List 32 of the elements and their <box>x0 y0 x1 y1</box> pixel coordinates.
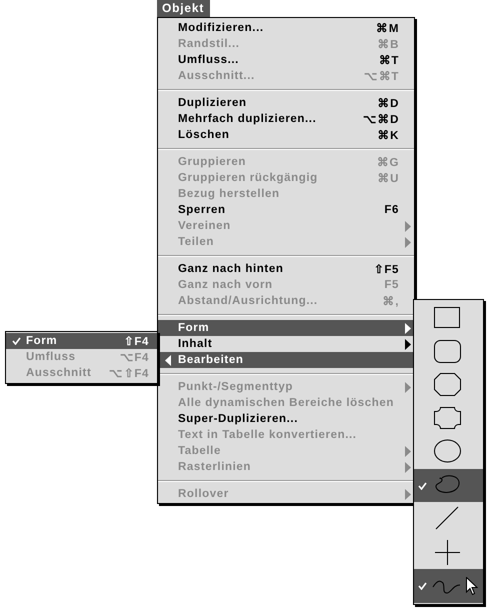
pointer-cursor-icon <box>466 577 478 596</box>
shortcut-text: ⌘B <box>377 38 399 51</box>
shortcut-text: F5 <box>384 279 399 291</box>
menu-item[interactable]: Löschen ⌘K <box>158 127 414 143</box>
shortcut-text: ⇧F4 <box>124 335 149 348</box>
shortcut-text: ⌘K <box>377 129 399 142</box>
shortcut-text: ⌘T <box>378 54 399 67</box>
menu-item[interactable]: Bearbeiten <box>158 352 414 368</box>
shortcut-text: ⌘M <box>376 22 399 35</box>
shortcut-text: ⌥⇧F4 <box>109 367 149 380</box>
menu-item[interactable]: Ganz nach hinten ⇧F5 <box>158 261 414 277</box>
shortcut-text: ⌥F4 <box>120 351 149 364</box>
shortcut-text: ⇧F5 <box>374 263 399 276</box>
shape-tool[interactable] <box>414 569 483 602</box>
shortcut-text: ⌥⌘T <box>364 70 399 83</box>
menu-item[interactable]: Super-Duplizieren... <box>158 411 414 427</box>
shape-tool[interactable] <box>414 468 483 502</box>
menu-item[interactable]: Form <box>158 320 414 336</box>
menu-item[interactable]: Sperren F6 <box>158 202 414 218</box>
shortcut-text: ⌘U <box>377 172 399 185</box>
menu-item[interactable]: Modifizieren... ⌘M <box>158 20 414 36</box>
menu-item[interactable]: Umfluss... ⌘T <box>158 52 414 68</box>
menu-item[interactable]: Inhalt <box>158 336 414 352</box>
menu-item[interactable]: Duplizieren ⌘D <box>158 95 414 111</box>
menu-item[interactable]: Mehrfach duplizieren... ⌥⌘D <box>158 111 414 127</box>
menu-title[interactable]: Objekt <box>157 0 210 17</box>
shortcut-text: ⌘D <box>377 97 399 110</box>
shortcut-text: ⌘, <box>382 295 399 308</box>
shortcut-text: ⌥⌘D <box>362 113 399 126</box>
shortcut-text: ⌘G <box>376 156 399 169</box>
menu-item[interactable]: Form ⇧F4 <box>6 333 157 349</box>
shortcut-text: F6 <box>384 204 399 216</box>
